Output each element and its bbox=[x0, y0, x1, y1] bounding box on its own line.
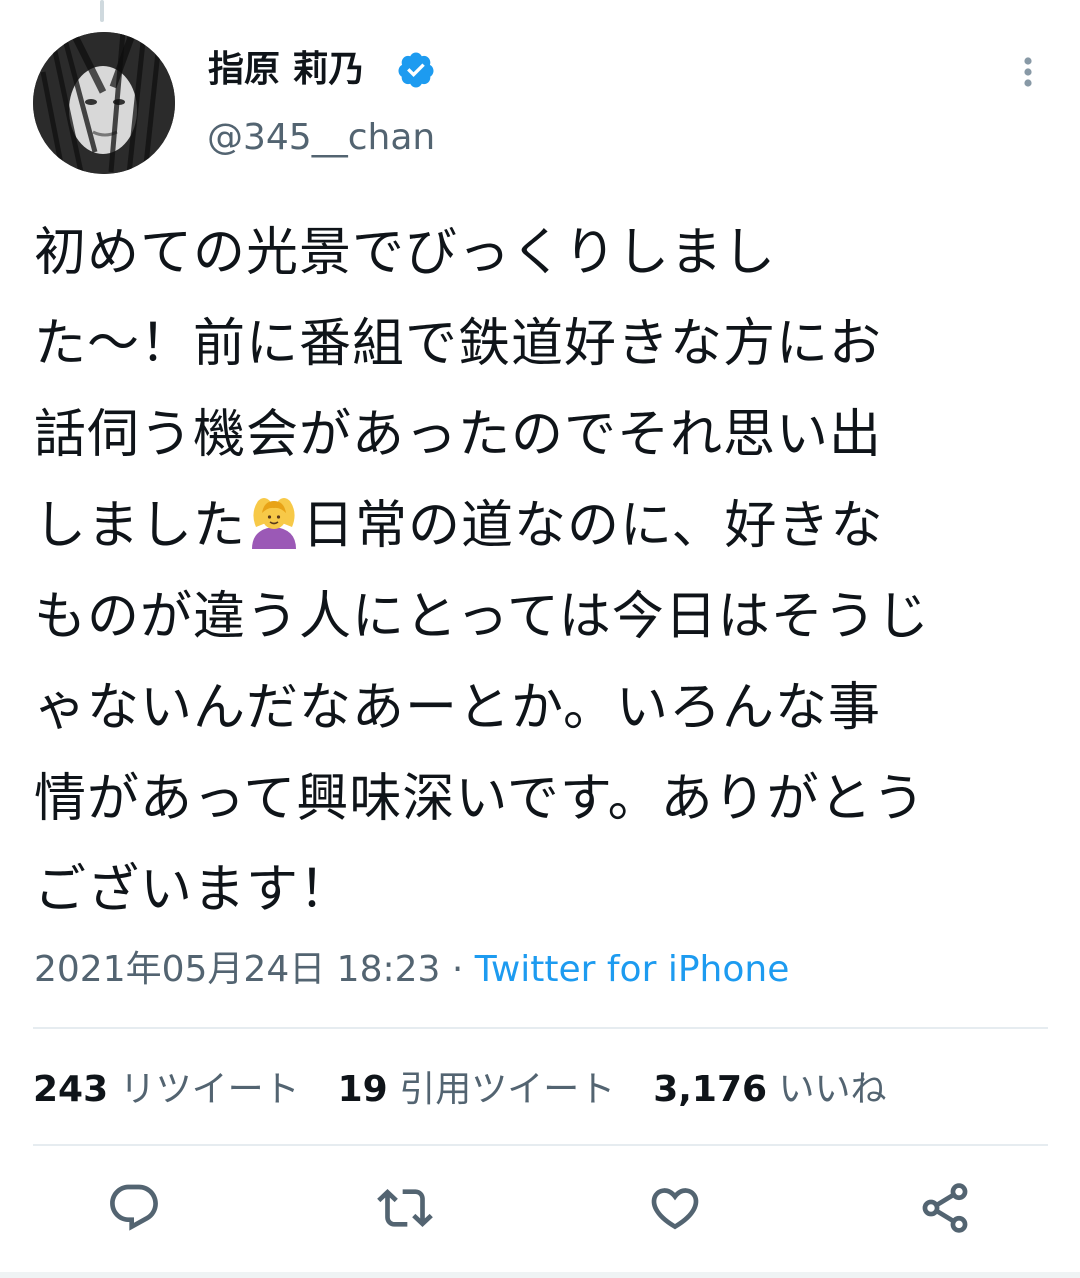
tweet-text-line: 情があって興味深いです。ありがとう bbox=[34, 769, 926, 829]
share-button[interactable] bbox=[917, 1180, 973, 1236]
tweet-text-segment: 日常の道なのに、好きな bbox=[302, 496, 884, 556]
retweets-stat[interactable]: 243 リツイート bbox=[33, 1062, 300, 1118]
likes-stat[interactable]: 3,176 いいね bbox=[653, 1062, 886, 1118]
retweet-icon bbox=[377, 1189, 433, 1227]
tweet-text-line: 初めての光景でびっくりしまし bbox=[34, 223, 777, 283]
tweet-text-line: ございます！ bbox=[34, 860, 353, 920]
share-icon bbox=[922, 1183, 968, 1233]
reply-icon bbox=[110, 1184, 158, 1231]
retweets-label: リツイート bbox=[119, 1069, 300, 1110]
tweet-text-line: 話伺う機会があったのでそれ思い出 bbox=[34, 405, 883, 465]
thread-connector-line bbox=[100, 0, 104, 22]
like-icon bbox=[651, 1188, 699, 1230]
tweet-text-line: ゃないんだなあーとか。いろんな事 bbox=[34, 678, 881, 738]
bottom-edge bbox=[0, 1272, 1080, 1278]
user-handle[interactable]: @345__chan bbox=[207, 112, 435, 164]
reply-button[interactable] bbox=[106, 1180, 162, 1236]
tweet-stats: 243 リツイート 19 引用ツイート 3,176 いいね bbox=[33, 1062, 925, 1118]
quotes-count: 19 bbox=[337, 1069, 388, 1110]
retweet-button[interactable] bbox=[377, 1180, 433, 1236]
likes-count: 3,176 bbox=[653, 1069, 768, 1110]
avatar[interactable] bbox=[33, 32, 175, 174]
divider bbox=[33, 1144, 1048, 1146]
verified-badge-icon bbox=[398, 52, 434, 88]
tweet-meta: 2021年05月24日 18:23 · Twitter for iPhone bbox=[34, 942, 789, 998]
quotes-label: 引用ツイート bbox=[399, 1069, 616, 1110]
tweet-actions-bar bbox=[0, 1168, 1080, 1248]
tweet-text-line: た〜！前に番組で鉄道好きな方にお bbox=[34, 314, 883, 374]
likes-label: いいね bbox=[778, 1069, 887, 1110]
tweet-source-link[interactable]: Twitter for iPhone bbox=[475, 949, 790, 990]
tweet-timestamp[interactable]: 2021年05月24日 18:23 bbox=[34, 949, 440, 990]
display-name[interactable]: 指原 莉乃 bbox=[208, 44, 365, 96]
retweets-count: 243 bbox=[33, 1069, 109, 1110]
tweet-text: 初めての光景でびっくりしまし た〜！前に番組で鉄道好きな方にお 話伺う機会があっ… bbox=[34, 208, 1046, 936]
avatar-photo-icon bbox=[33, 32, 175, 174]
more-vertical-icon[interactable] bbox=[1008, 52, 1048, 92]
tweet-text-segment: しました bbox=[34, 496, 247, 556]
meta-separator: · bbox=[440, 949, 475, 990]
divider bbox=[33, 1027, 1048, 1029]
quotes-stat[interactable]: 19 引用ツイート bbox=[338, 1062, 616, 1118]
tweet-text-line: しました 日常の道なのに、好きな bbox=[34, 481, 1046, 572]
like-button[interactable] bbox=[647, 1180, 703, 1236]
woman-gesturing-ok-emoji-icon bbox=[252, 498, 297, 549]
tweet-text-line: ものが違う人にとっては今日はそうじ bbox=[34, 587, 930, 647]
